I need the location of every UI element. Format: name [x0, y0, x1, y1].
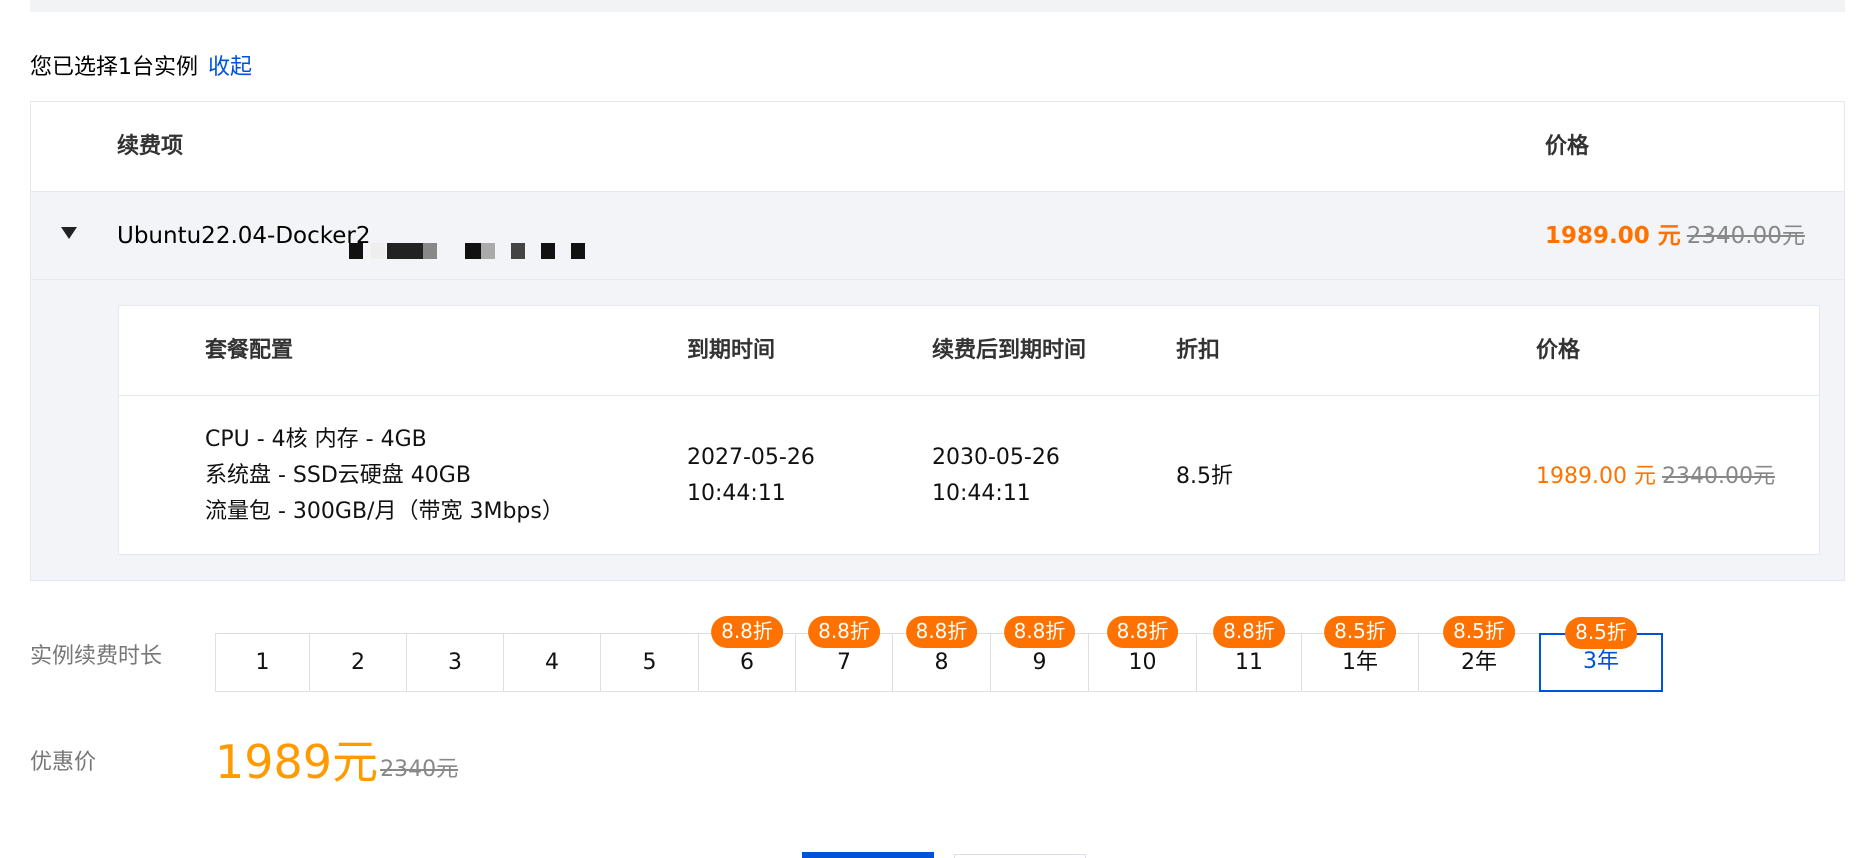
header-renew-expire: 续费后到期时间: [932, 338, 1087, 363]
top-strip: [30, 0, 1845, 12]
price-now: 1989.00 元: [1545, 223, 1681, 249]
duration-option-label: 1年: [1342, 650, 1378, 675]
duration-option-label: 5: [642, 650, 657, 675]
duration-option[interactable]: 8.8折 8: [893, 616, 991, 691]
duration-option[interactable]: 5: [601, 634, 699, 691]
collapse-link[interactable]: 收起: [208, 49, 252, 81]
price-old: 2340.00元: [1686, 223, 1805, 249]
discount-badge: 8.8折: [1106, 616, 1179, 648]
duration-option[interactable]: 8.8折 6: [699, 616, 796, 691]
duration-option[interactable]: 8.8折 7: [796, 616, 893, 691]
instance-price: 1989.00 元 2340.00元: [1545, 192, 1805, 280]
renew-time: 10:44:11: [932, 481, 1031, 506]
redacted-block: [423, 243, 437, 259]
expire-time: 10:44:11: [687, 481, 786, 506]
duration-option-label: 11: [1235, 650, 1263, 675]
redacted-block: [387, 243, 423, 259]
confirm-button[interactable]: [802, 852, 934, 858]
duration-option-label: 8: [934, 650, 949, 675]
selection-summary: 您已选择1台实例: [30, 55, 198, 80]
duration-option[interactable]: 4: [504, 634, 601, 691]
header-renewal-item: 续费项: [117, 134, 184, 159]
config-line: 系统盘 - SSD云硬盘 40GB: [205, 463, 471, 488]
table-header: 续费项 价格: [31, 102, 1844, 192]
discount-badge: 8.8折: [905, 616, 978, 648]
price-old: 2340.00元: [1661, 464, 1775, 489]
duration-option-label: 9: [1032, 650, 1047, 675]
caret-down-icon[interactable]: [61, 227, 77, 239]
renewal-page: 您已选择1台实例 收起 续费项 价格 Ubuntu22.04-Docker2 1…: [0, 0, 1872, 858]
promo-price: 1989元 2340元: [215, 734, 458, 790]
redacted-block: [371, 243, 385, 259]
duration-option-label: 2年: [1461, 650, 1497, 675]
duration-option-label: 4: [545, 650, 559, 675]
config-line: CPU - 4核 内存 - 4GB: [205, 427, 427, 452]
duration-option-label: 3年: [1583, 649, 1619, 674]
redacted-block: [481, 243, 495, 259]
duration-selector: 1 2 3 4 5 8.8折 6 8.8折 7 8.8折 8 8.8折 9 8.8折 10…: [215, 616, 1663, 692]
discount-badge: 8.5折: [1443, 616, 1515, 648]
config-lines: CPU - 4核 内存 - 4GB 系统盘 - SSD云硬盘 40GB 流量包 …: [205, 422, 564, 530]
discount-badge: 8.8折: [711, 616, 783, 648]
cancel-button[interactable]: [954, 854, 1086, 858]
detail-row: CPU - 4核 内存 - 4GB 系统盘 - SSD云硬盘 40GB 流量包 …: [119, 396, 1819, 556]
promo-price-old: 2340元: [380, 757, 459, 782]
duration-option-label: 7: [837, 650, 851, 675]
instance-row[interactable]: Ubuntu22.04-Docker2 1989.00 元 2340.00元: [31, 192, 1844, 280]
redacted-block: [465, 243, 481, 259]
expire-date: 2027-05-26: [687, 445, 815, 470]
redacted-block: [511, 243, 525, 259]
promo-price-now: 1989元: [215, 735, 379, 789]
instance-detail-table: 套餐配置 到期时间 续费后到期时间 折扣 价格 CPU - 4核 内存 - 4G…: [118, 305, 1820, 555]
duration-option[interactable]: 8.8折 11: [1197, 616, 1302, 691]
redacted-block: [349, 243, 363, 259]
duration-option-selected[interactable]: 8.5折 3年: [1539, 617, 1663, 692]
discount-badge: 8.5折: [1324, 616, 1396, 648]
renew-date: 2030-05-26: [932, 445, 1060, 470]
header-discount: 折扣: [1176, 338, 1221, 363]
discount-value: 8.5折: [1176, 464, 1233, 489]
duration-option[interactable]: 3: [407, 634, 504, 691]
duration-option[interactable]: 8.5折 1年: [1302, 616, 1419, 691]
detail-price: 1989.00 元 2340.00元: [1536, 458, 1775, 490]
discount-badge: 8.5折: [1565, 617, 1637, 649]
duration-option-label: 1: [255, 650, 270, 675]
duration-option[interactable]: 8.5折 2年: [1419, 616, 1540, 691]
header-expire: 到期时间: [687, 338, 776, 363]
duration-option-label: 3: [448, 650, 462, 675]
duration-option-label: 6: [740, 650, 754, 675]
redacted-block: [571, 243, 585, 259]
duration-option-label: 10: [1128, 650, 1157, 675]
duration-option[interactable]: 8.8折 9: [991, 616, 1089, 691]
duration-option[interactable]: 1: [216, 634, 310, 691]
duration-label: 实例续费时长: [30, 644, 163, 669]
header-config: 套餐配置: [205, 338, 294, 363]
promo-label: 优惠价: [30, 750, 97, 775]
price-now: 1989.00 元: [1536, 464, 1656, 489]
instance-name: Ubuntu22.04-Docker2: [117, 223, 371, 249]
discount-badge: 8.8折: [1003, 616, 1076, 648]
selection-summary-bar: 您已选择1台实例 收起: [30, 48, 252, 82]
duration-option-label: 2: [351, 650, 365, 675]
discount-badge: 8.8折: [1213, 616, 1285, 648]
header-price: 价格: [1545, 134, 1590, 159]
header-price: 价格: [1536, 338, 1581, 363]
duration-option[interactable]: 2: [310, 634, 407, 691]
duration-option[interactable]: 8.8折 10: [1089, 616, 1197, 691]
config-line: 流量包 - 300GB/月（带宽 3Mbps）: [205, 499, 564, 524]
expire-datetime: 2027-05-26 10:44:11: [687, 440, 815, 512]
renew-expire-datetime: 2030-05-26 10:44:11: [932, 440, 1060, 512]
redacted-block: [541, 243, 555, 259]
renewal-items-table: 续费项 价格 Ubuntu22.04-Docker2 1989.00 元 2340…: [30, 101, 1845, 581]
discount-badge: 8.8折: [808, 616, 880, 648]
detail-header: 套餐配置 到期时间 续费后到期时间 折扣 价格: [119, 306, 1819, 396]
